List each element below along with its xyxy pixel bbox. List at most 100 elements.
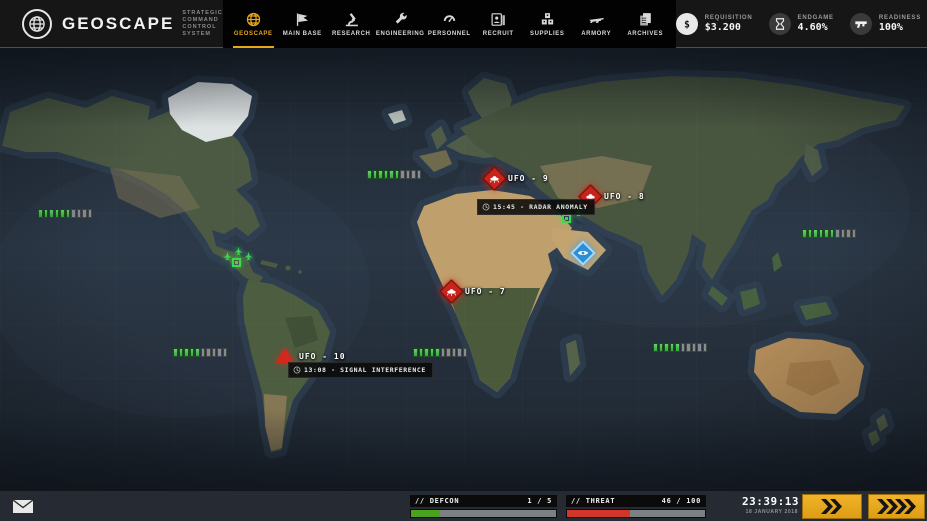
tab-label: GEOSCAPE — [234, 31, 273, 37]
tab-main-base[interactable]: MAIN BASE — [278, 0, 327, 48]
resource-stats: $REQUISITION$3.200 ENDGAME4.60% READINESS1… — [676, 0, 927, 47]
tab-recruit[interactable]: RECRUIT — [474, 0, 523, 48]
bar-segment — [452, 348, 457, 357]
clock-icon — [482, 203, 490, 211]
bar-segment — [653, 343, 658, 352]
bar-segment — [395, 170, 400, 179]
stat-requisition: $REQUISITION$3.200 — [676, 13, 753, 35]
bar-segment — [384, 170, 389, 179]
bar-segment — [813, 229, 818, 238]
stat-value: $3.200 — [705, 22, 753, 33]
app-subtitle: STRATEGIC COMMAND CONTROL SYSTEM — [182, 10, 222, 38]
tab-personnel[interactable]: PERSONNEL — [425, 0, 474, 48]
bar-segment — [217, 348, 222, 357]
tab-label: SUPPLIES — [530, 31, 564, 37]
geoscape-screen: GEOSCAPE STRATEGIC COMMAND CONTROL SYSTE… — [0, 0, 927, 521]
bar-segment — [675, 343, 680, 352]
stat-label: ENDGAME — [798, 15, 834, 21]
stat-label: READINESS — [879, 15, 921, 21]
bar-segment — [367, 170, 372, 179]
bar-segment — [400, 170, 405, 179]
files-icon — [637, 11, 654, 28]
tab-label: MAIN BASE — [283, 31, 322, 37]
base-marker-icon — [232, 258, 241, 267]
fast-forward-button[interactable] — [802, 494, 862, 519]
bar-segment — [60, 209, 65, 218]
fastest-forward-button[interactable] — [868, 494, 925, 519]
bar-segment — [446, 348, 451, 357]
region-progress-bar — [802, 229, 856, 238]
blue-diamond-icon — [570, 240, 595, 265]
threat-meter: // THREAT 46 / 100 — [566, 495, 706, 518]
eye-icon — [577, 249, 589, 257]
ufo-pin-icon — [482, 166, 506, 190]
base-marker-icon — [562, 214, 571, 223]
ufo-contact-label: UFO - 8 — [604, 192, 645, 201]
wrench-icon — [392, 11, 409, 28]
bar-segment — [82, 209, 87, 218]
bar-segment — [697, 343, 702, 352]
ufo-contact-label: UFO - 7 — [465, 287, 506, 296]
bar-segment — [846, 229, 851, 238]
ufo-icon — [446, 286, 457, 297]
bar-segment — [852, 229, 857, 238]
globe-icon — [22, 9, 52, 39]
bar-segment — [441, 348, 446, 357]
bar-segment — [802, 229, 807, 238]
clock-icon — [293, 366, 301, 374]
defcon-track — [410, 509, 557, 518]
bar-segment — [435, 348, 440, 357]
bar-segment — [77, 209, 82, 218]
world-map[interactable]: UFO - 9 UFO - 8 UFO - 7 UFO - 10 15:45 - RAD… — [0, 48, 927, 490]
game-clock: 23:39:13 18 JANUARY 2018 — [742, 495, 798, 515]
tab-label: ENGINEERING — [376, 31, 425, 37]
region-progress-bar — [413, 348, 467, 357]
flag-icon — [294, 11, 311, 28]
jet-icon — [233, 246, 244, 257]
event-tooltip-text: 15:45 - RADAR ANOMALY — [493, 203, 588, 211]
tab-archives[interactable]: ARCHIVES — [621, 0, 670, 48]
region-progress-bar — [173, 348, 227, 357]
bar-segment — [406, 170, 411, 179]
tab-armory[interactable]: ARMORY — [572, 0, 621, 48]
bar-segment — [71, 209, 76, 218]
bar-segment — [201, 348, 206, 357]
crates-icon — [539, 11, 556, 28]
rifle-icon — [588, 11, 605, 28]
defcon-meter: // DEFCON 1 / 5 — [410, 495, 557, 518]
bar-segment — [173, 348, 178, 357]
hourglass-icon — [769, 13, 791, 35]
stat-value: 100% — [879, 22, 921, 33]
svg-text:$: $ — [684, 19, 690, 30]
bar-segment — [179, 348, 184, 357]
bar-segment — [184, 348, 189, 357]
bar-segment — [664, 343, 669, 352]
bar-segment — [378, 170, 383, 179]
bar-segment — [389, 170, 394, 179]
bar-segment — [417, 170, 422, 179]
gauge-icon — [441, 11, 458, 28]
bar-segment — [824, 229, 829, 238]
envelope-icon[interactable] — [12, 499, 34, 514]
tab-supplies[interactable]: SUPPLIES — [523, 0, 572, 48]
defcon-value: 1 / 5 — [527, 497, 552, 505]
threat-value: 46 / 100 — [662, 497, 701, 505]
map-overlays: UFO - 9 UFO - 8 UFO - 7 UFO - 10 15:45 - RAD… — [0, 48, 927, 490]
main-nav: GEOSCAPE MAIN BASE RESEARCHENGINEERINGPERS… — [223, 0, 676, 48]
bar-segment — [66, 209, 71, 218]
bar-segment — [686, 343, 691, 352]
stat-value: 4.60% — [798, 22, 834, 33]
ufo-contact-label: UFO - 9 — [508, 174, 549, 183]
bar-segment — [38, 209, 43, 218]
bar-segment — [413, 348, 418, 357]
region-progress-bar — [653, 343, 707, 352]
bar-segment — [206, 348, 211, 357]
tab-geoscape[interactable]: GEOSCAPE — [229, 0, 278, 48]
bar-segment — [411, 170, 416, 179]
ufo-contact-label: UFO - 10 — [299, 352, 346, 361]
tab-engineering[interactable]: ENGINEERING — [376, 0, 425, 48]
stat-endgame: ENDGAME4.60% — [769, 13, 834, 35]
app-logo: GEOSCAPE STRATEGIC COMMAND CONTROL SYSTE… — [0, 0, 223, 47]
tab-research[interactable]: RESEARCH — [327, 0, 376, 48]
bar-segment — [212, 348, 217, 357]
